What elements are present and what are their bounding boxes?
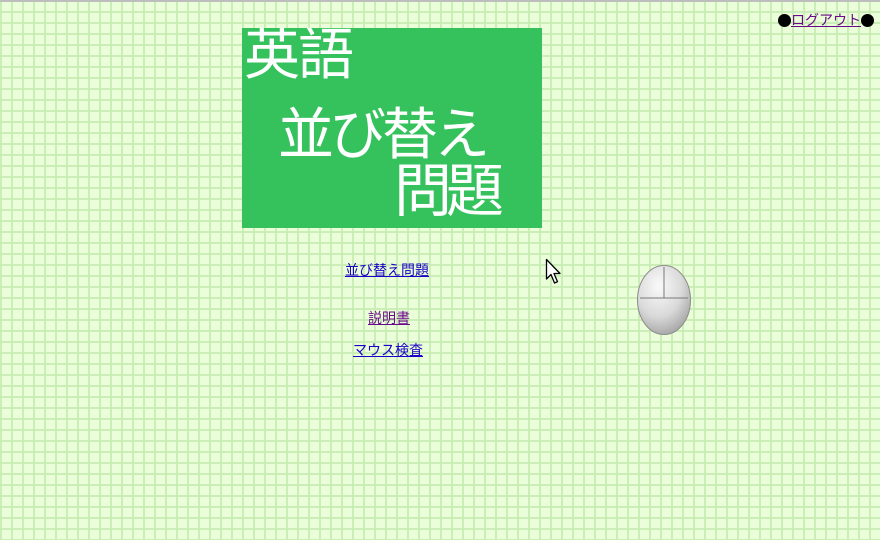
manual-link[interactable]: 説明書 [368,308,410,328]
banner-line-english: 英語 [244,28,354,88]
mouse-test-link[interactable]: マウス検査 [353,340,423,360]
logout-link[interactable]: ログアウト [791,10,861,30]
title-banner: 英語 並び替え 問題 [242,28,542,228]
banner-line-reorder: 並び替え [278,103,490,168]
logout-area: ログアウト [778,10,874,30]
mouse-pointer-icon [545,258,561,284]
computer-mouse-icon [637,265,691,335]
banner-line-problem: 問題 [394,157,504,225]
reorder-problem-link[interactable]: 並び替え問題 [345,260,429,280]
right-bullet-icon [861,13,874,27]
left-bullet-icon [778,13,791,27]
